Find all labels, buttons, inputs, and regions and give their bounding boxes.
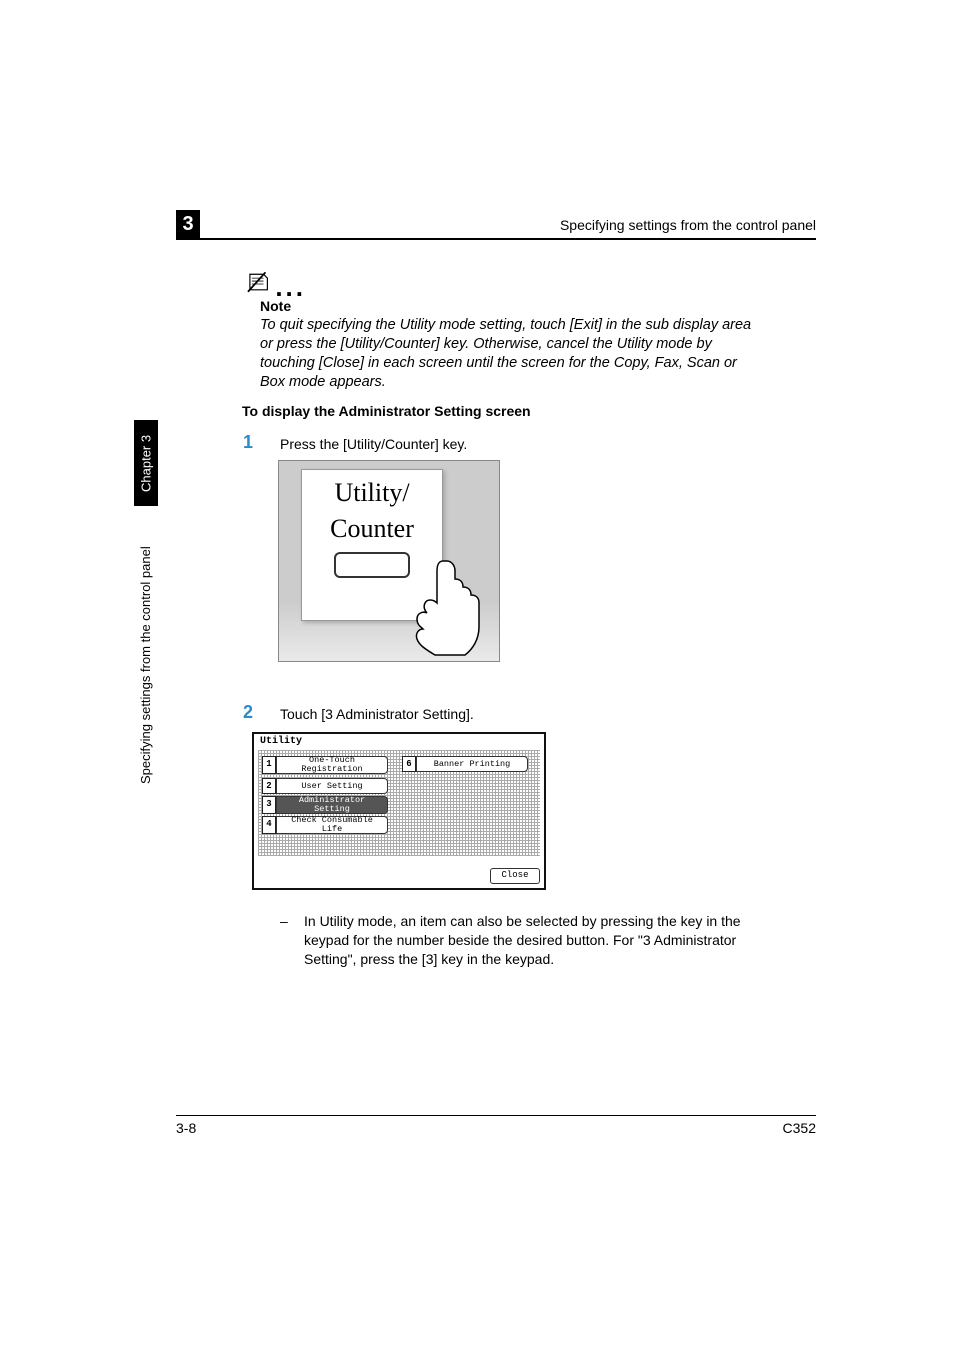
section-subheading: To display the Administrator Setting scr… (242, 403, 531, 419)
header-rule (176, 238, 816, 240)
page-number: 3-8 (176, 1120, 196, 1136)
close-button[interactable]: Close (490, 868, 540, 884)
note-body: To quit specifying the Utility mode sett… (260, 316, 760, 392)
menu-button-banner-printing[interactable]: Banner Printing (416, 756, 528, 772)
menu-number-3: 3 (262, 796, 276, 814)
footer-rule (176, 1115, 816, 1116)
menu-number-2: 2 (262, 778, 276, 794)
model-code: C352 (783, 1120, 816, 1136)
figure-utility-screen: Utility 1 One-Touch Registration 2 User … (252, 732, 546, 890)
step2-note: – In Utility mode, an item can also be s… (280, 912, 760, 969)
screen-title: Utility (260, 736, 302, 747)
menu-button-check-consumable[interactable]: Check Consumable Life (276, 816, 388, 834)
step-text-2: Touch [3 Administrator Setting]. (280, 706, 474, 722)
step-number-2: 2 (243, 702, 253, 723)
chapter-number-badge: 3 (176, 210, 200, 238)
side-chapter-tab: Chapter 3 (134, 420, 158, 506)
note-icon: ... (246, 270, 306, 294)
physical-key-icon (334, 552, 410, 578)
side-section-label: Specifying settings from the control pan… (138, 520, 153, 810)
figure-utility-key: Utility/ Counter (278, 460, 500, 662)
step2-note-text: In Utility mode, an item can also be sel… (304, 912, 760, 969)
step-number-1: 1 (243, 432, 253, 453)
pointing-hand-icon (405, 559, 485, 659)
key-label-line2: Counter (302, 516, 442, 542)
note-heading: Note (260, 298, 291, 314)
menu-button-administrator-setting[interactable]: Administrator Setting (276, 796, 388, 814)
menu-number-1: 1 (262, 756, 276, 774)
menu-button-one-touch[interactable]: One-Touch Registration (276, 756, 388, 774)
running-head: Specifying settings from the control pan… (560, 217, 816, 233)
step-text-1: Press the [Utility/Counter] key. (280, 436, 467, 452)
menu-button-user-setting[interactable]: User Setting (276, 778, 388, 794)
menu-number-4: 4 (262, 816, 276, 834)
menu-number-6: 6 (402, 756, 416, 772)
key-label-line1: Utility/ (302, 480, 442, 506)
